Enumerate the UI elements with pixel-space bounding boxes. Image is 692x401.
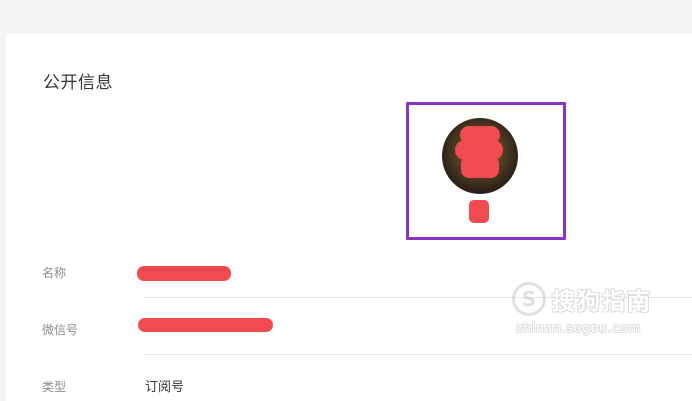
- public-info-panel: 公开信息 名称 微信号 类型 订阅号: [6, 34, 692, 401]
- avatar[interactable]: [442, 118, 518, 194]
- sogou-watermark: S 搜狗指南 zhinan.sogou.com: [512, 278, 682, 338]
- name-redaction: [137, 266, 231, 281]
- wechat-id-redaction: [138, 318, 273, 332]
- avatar-redaction: [461, 156, 499, 178]
- type-label: 类型: [42, 380, 67, 394]
- watermark-url: zhinan.sogou.com: [516, 321, 642, 335]
- divider: [144, 354, 692, 355]
- type-value: 订阅号: [145, 380, 185, 395]
- wechat-id-label: 微信号: [42, 323, 79, 337]
- avatar-highlight-frame: [406, 102, 566, 240]
- sogou-logo-icon: S: [512, 282, 546, 316]
- avatar-caption-redaction: [469, 200, 489, 223]
- watermark-brand: 搜狗指南: [552, 289, 652, 315]
- name-label: 名称: [42, 266, 67, 280]
- section-title: 公开信息: [43, 73, 113, 93]
